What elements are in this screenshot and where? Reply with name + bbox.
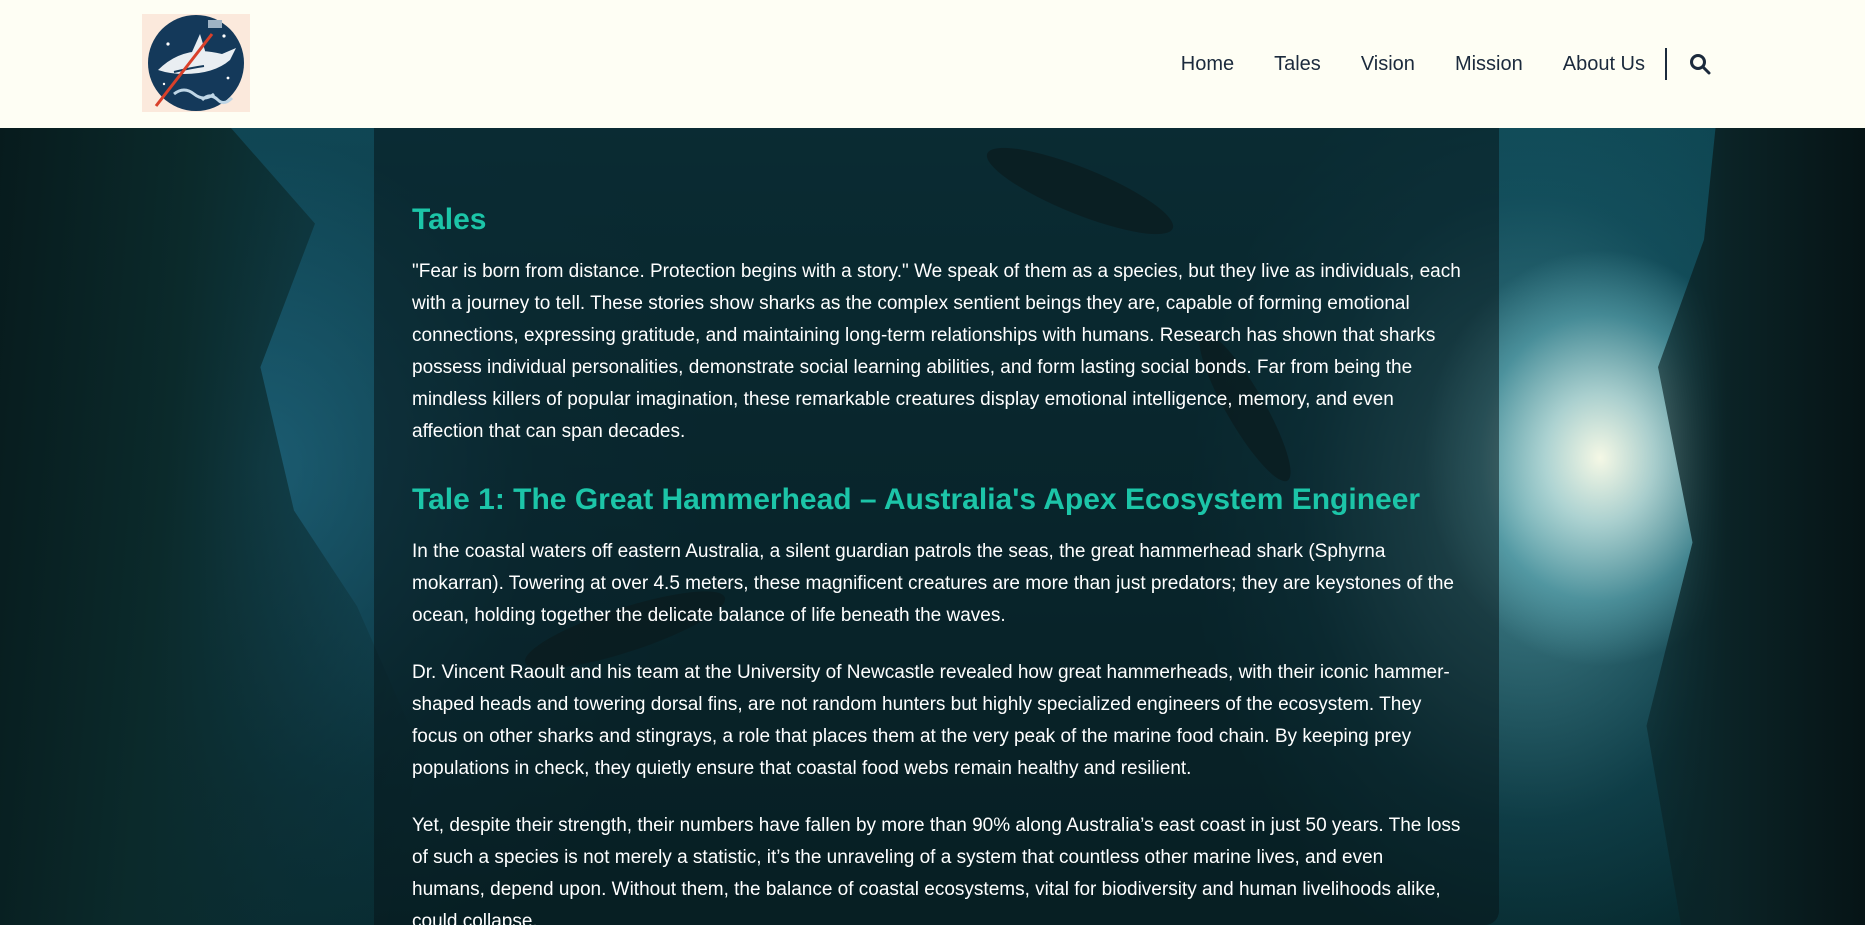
intro-paragraph: "Fear is born from distance. Protection … [412, 261, 1461, 442]
nav-divider [1665, 48, 1667, 80]
nav-home[interactable]: Home [1181, 53, 1234, 76]
site-header: Home Tales Vision Mission About Us [0, 0, 1865, 128]
nav-about-us[interactable]: About Us [1563, 53, 1645, 76]
shark-logo[interactable] [142, 14, 250, 112]
tale-1-heading: Tale 1: The Great Hammerhead – Australia… [412, 483, 1421, 516]
rock-left [0, 128, 420, 925]
tale-1-paragraph-3: Yet, despite their strength, their numbe… [412, 815, 1461, 925]
nav-vision[interactable]: Vision [1361, 53, 1415, 76]
tale-1-paragraph-1: In the coastal waters off eastern Austra… [412, 541, 1454, 626]
tale-1-paragraph-2: Dr. Vincent Raoult and his team at the U… [412, 662, 1450, 779]
nav-tales[interactable]: Tales [1274, 53, 1321, 76]
search-button[interactable] [1687, 51, 1713, 77]
content-panel: Tales "Fear is born from distance. Prote… [374, 128, 1499, 925]
rock-right [1646, 128, 1865, 925]
page-title: Tales [412, 203, 487, 236]
nav-mission[interactable]: Mission [1455, 53, 1523, 76]
shark-logo-icon [148, 15, 244, 111]
main-nav: Home Tales Vision Mission About Us [1181, 0, 1865, 128]
search-icon [1690, 54, 1711, 75]
